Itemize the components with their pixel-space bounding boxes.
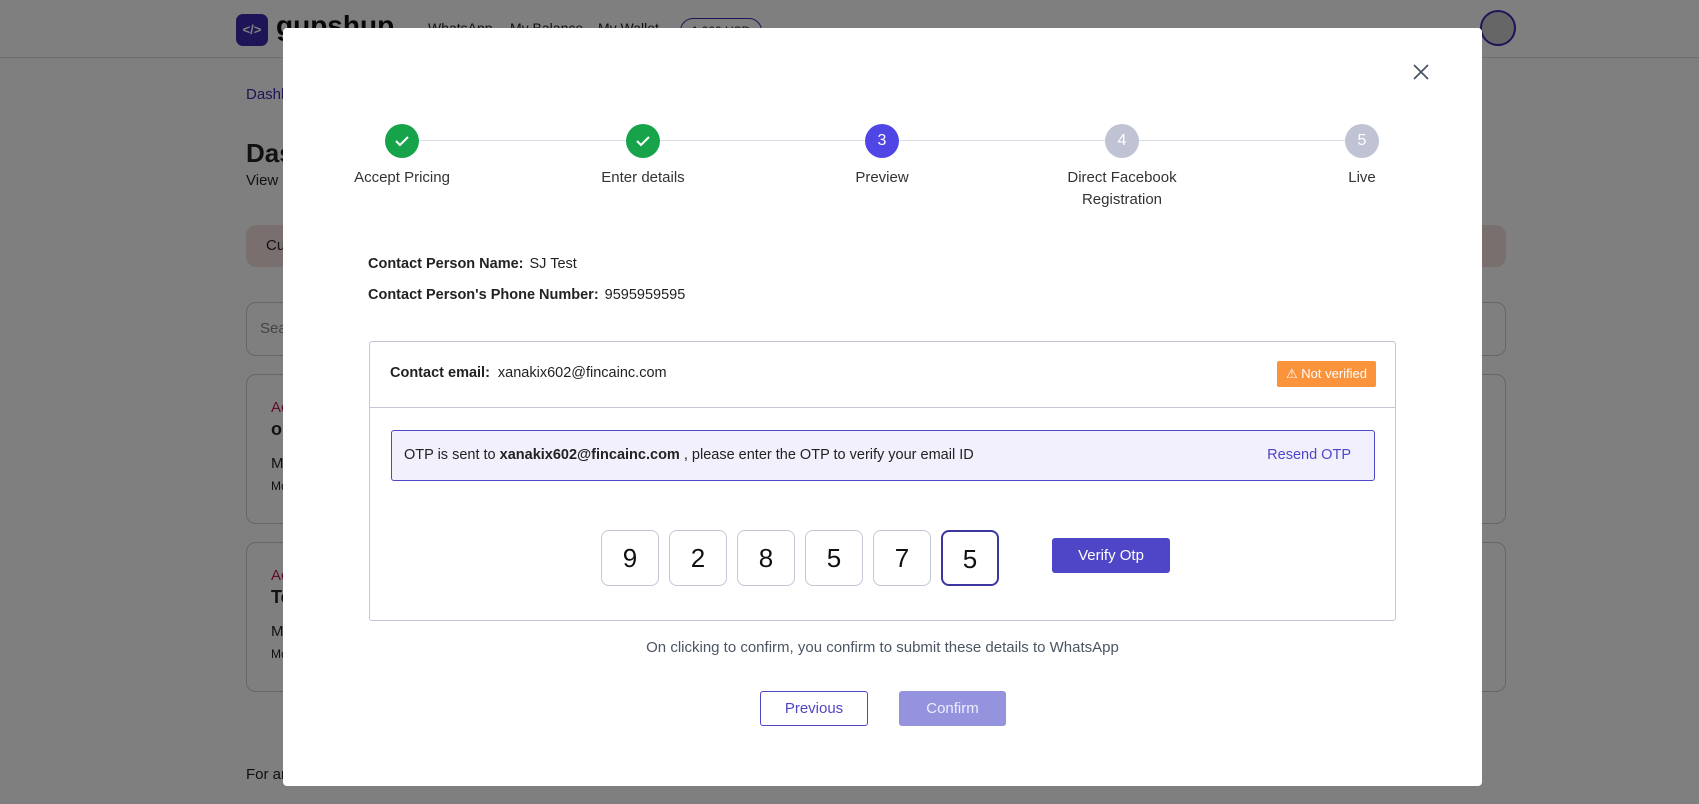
otp-msg-suffix: , please enter the OTP to verify your em… xyxy=(683,447,974,463)
warning-icon: ⚠ xyxy=(1285,366,1302,381)
step-number: 3 xyxy=(865,124,899,158)
registration-modal: Accept Pricing Enter details 3 Preview 4… xyxy=(283,28,1482,786)
otp-digit-input[interactable]: 5 xyxy=(941,530,999,586)
email-value: xanakix602@fincainc.com xyxy=(497,365,667,381)
resend-otp-link[interactable]: Resend OTP xyxy=(1267,431,1351,480)
step-accept-pricing: Accept Pricing xyxy=(302,124,502,189)
close-icon[interactable] xyxy=(1411,62,1431,82)
otp-digit-input[interactable]: 9 xyxy=(601,530,659,586)
contact-name-label: Contact Person Name: xyxy=(368,256,524,272)
step-label: Preview xyxy=(855,169,909,186)
phone-label: Contact Person's Phone Number: xyxy=(368,287,599,303)
step-label: Direct Facebook Registration xyxy=(1067,169,1177,208)
email-verification-box: Contact email: xanakix602@fincainc.com ⚠ … xyxy=(369,341,1396,621)
step-preview: 3 Preview xyxy=(782,124,982,189)
step-enter-details: Enter details xyxy=(543,124,743,189)
otp-digit-input[interactable]: 8 xyxy=(737,530,795,586)
email-row: Contact email: xanakix602@fincainc.com xyxy=(390,365,667,381)
contact-name-row: Contact Person Name: SJ Test xyxy=(368,256,577,272)
step-number: 4 xyxy=(1105,124,1139,158)
otp-msg-email: xanakix602@fincainc.com xyxy=(499,447,680,463)
step-label: Live xyxy=(1348,169,1376,186)
phone-value: 9595959595 xyxy=(604,287,686,303)
confirm-button[interactable]: Confirm xyxy=(899,691,1006,726)
contact-name-value: SJ Test xyxy=(529,256,577,272)
otp-digit-input[interactable]: 7 xyxy=(873,530,931,586)
email-label: Contact email: xyxy=(390,365,490,381)
contact-phone-row: Contact Person's Phone Number: 9595959595 xyxy=(368,287,685,303)
confirm-note: On clicking to confirm, you confirm to s… xyxy=(646,639,1119,656)
status-badge: ⚠ Not verified xyxy=(1276,361,1376,387)
otp-info-banner: OTP is sent to xanakix602@fincainc.com ,… xyxy=(391,430,1375,481)
step-number: 5 xyxy=(1345,124,1379,158)
check-icon xyxy=(385,124,419,158)
step-label: Accept Pricing xyxy=(354,169,450,186)
step-label: Enter details xyxy=(601,169,685,186)
step-live: 5 Live xyxy=(1262,124,1462,189)
otp-digit-input[interactable]: 5 xyxy=(805,530,863,586)
otp-digit-input[interactable]: 2 xyxy=(669,530,727,586)
step-direct-facebook-registration: 4 Direct Facebook Registration xyxy=(1047,124,1197,211)
previous-button[interactable]: Previous xyxy=(760,691,868,726)
verify-otp-button[interactable]: Verify Otp xyxy=(1052,538,1170,573)
status-text: Not verified xyxy=(1301,366,1367,381)
email-header: Contact email: xanakix602@fincainc.com ⚠ … xyxy=(370,342,1395,408)
otp-msg-prefix: OTP is sent to xyxy=(404,447,496,463)
check-icon xyxy=(626,124,660,158)
